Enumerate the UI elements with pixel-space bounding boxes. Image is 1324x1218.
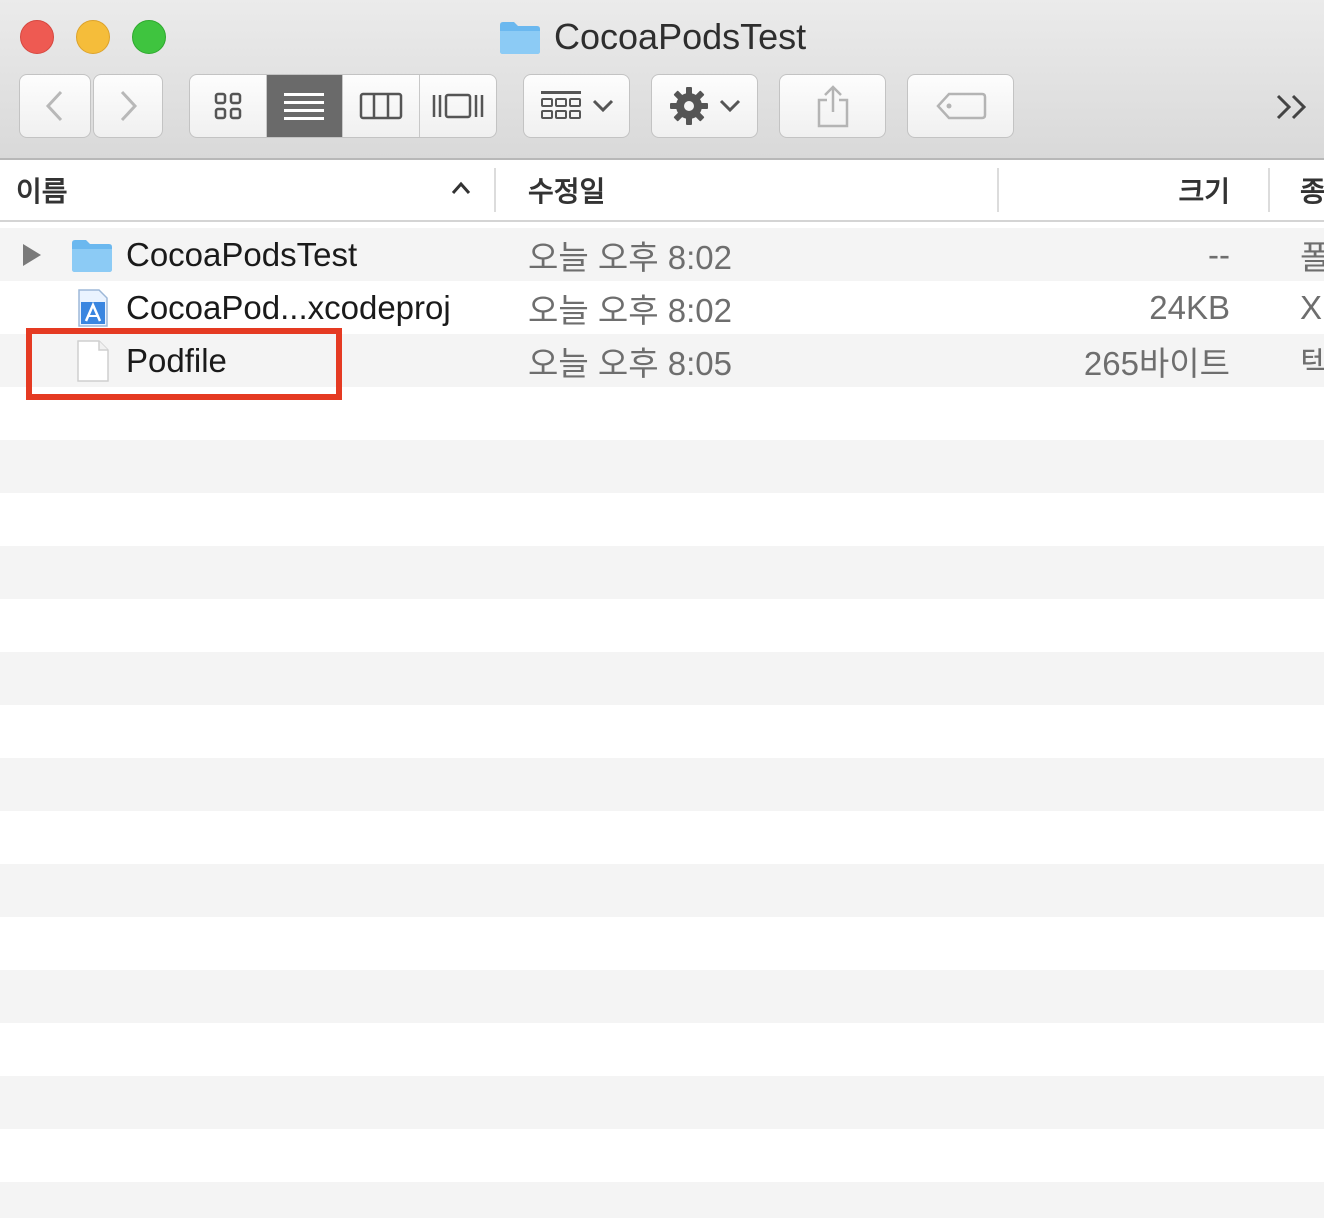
tag-icon — [935, 92, 986, 120]
group-by-button[interactable] — [523, 74, 630, 138]
file-kind: 폴 — [1300, 238, 1324, 276]
file-date: 오늘 오후 8:02 — [528, 238, 733, 276]
minimize-window-button[interactable] — [76, 20, 110, 54]
file-name: CocoaPod...xcodeproj — [126, 288, 451, 326]
cover-flow-view-button[interactable] — [420, 75, 497, 137]
zoom-window-button[interactable] — [132, 20, 166, 54]
folder-icon — [500, 22, 540, 54]
chevron-down-icon — [592, 99, 613, 113]
file-row[interactable]: CocoaPodsTest 오늘 오후 8:02 -- 폴 — [0, 228, 1324, 281]
empty-row — [0, 652, 1324, 705]
empty-row — [0, 1129, 1324, 1182]
file-size: -- — [1208, 235, 1230, 273]
column-date-header[interactable]: 수정일 — [528, 160, 605, 220]
file-kind: 텍 — [1300, 344, 1324, 382]
list-icon — [284, 93, 325, 120]
chevron-right-icon — [120, 90, 138, 122]
empty-row — [0, 705, 1324, 758]
list-view-button[interactable] — [266, 75, 343, 137]
grid-icon — [214, 92, 241, 120]
group-by-icon — [540, 91, 581, 119]
gear-icon — [669, 87, 708, 125]
highlight-annotation-box — [26, 328, 342, 400]
xcodeproj-icon — [76, 281, 110, 334]
action-button[interactable] — [651, 74, 758, 138]
cover-flow-icon — [432, 93, 483, 119]
empty-row — [0, 546, 1324, 599]
empty-row — [0, 493, 1324, 546]
columns-icon — [359, 92, 402, 120]
share-button[interactable] — [779, 74, 886, 138]
empty-row — [0, 758, 1324, 811]
file-date: 오늘 오후 8:02 — [528, 291, 733, 329]
tag-button[interactable] — [907, 74, 1014, 138]
file-name: CocoaPodsTest — [126, 235, 358, 273]
window-title: CocoaPodsTest — [498, 14, 806, 60]
empty-row — [0, 440, 1324, 493]
empty-row — [0, 864, 1324, 917]
finder-window: CocoaPodsTest 이름 수정일 크기 종 CocoaPodsTest … — [0, 0, 1324, 1218]
file-date: 오늘 오후 8:05 — [528, 344, 733, 382]
column-size-header[interactable]: 크기 — [1178, 160, 1230, 220]
file-row[interactable]: CocoaPod...xcodeproj 오늘 오후 8:02 24KB X — [0, 281, 1324, 334]
double-chevron-right-icon — [1276, 94, 1307, 120]
empty-row — [0, 811, 1324, 864]
column-view-button[interactable] — [343, 75, 420, 137]
sort-ascending-icon[interactable] — [450, 180, 472, 196]
column-header: 이름 수정일 크기 종 — [0, 160, 1324, 222]
disclosure-triangle-icon[interactable] — [20, 228, 44, 281]
toolbar-overflow-button[interactable] — [1268, 84, 1316, 130]
empty-row — [0, 917, 1324, 970]
view-mode-control — [189, 74, 497, 138]
column-divider[interactable] — [997, 168, 999, 212]
file-kind: X — [1300, 288, 1323, 326]
close-window-button[interactable] — [20, 20, 54, 54]
column-name-header[interactable]: 이름 — [16, 160, 68, 220]
column-divider[interactable] — [494, 168, 496, 212]
column-kind-header[interactable]: 종 — [1300, 160, 1324, 220]
icon-view-button[interactable] — [190, 75, 267, 137]
share-icon — [817, 85, 848, 128]
file-size: 265바이트 — [1083, 344, 1230, 382]
empty-row — [0, 1182, 1324, 1218]
folder-icon — [70, 228, 114, 281]
empty-row — [0, 970, 1324, 1023]
chevron-down-icon — [719, 99, 740, 113]
column-divider[interactable] — [1268, 168, 1270, 212]
title-toolbar: CocoaPodsTest — [0, 0, 1324, 160]
empty-row — [0, 1023, 1324, 1076]
back-button[interactable] — [19, 74, 91, 138]
window-title-label: CocoaPodsTest — [554, 16, 807, 57]
empty-row — [0, 1076, 1324, 1129]
file-size: 24KB — [1149, 288, 1230, 326]
forward-button[interactable] — [93, 74, 163, 138]
empty-row — [0, 599, 1324, 652]
chevron-left-icon — [45, 90, 63, 122]
